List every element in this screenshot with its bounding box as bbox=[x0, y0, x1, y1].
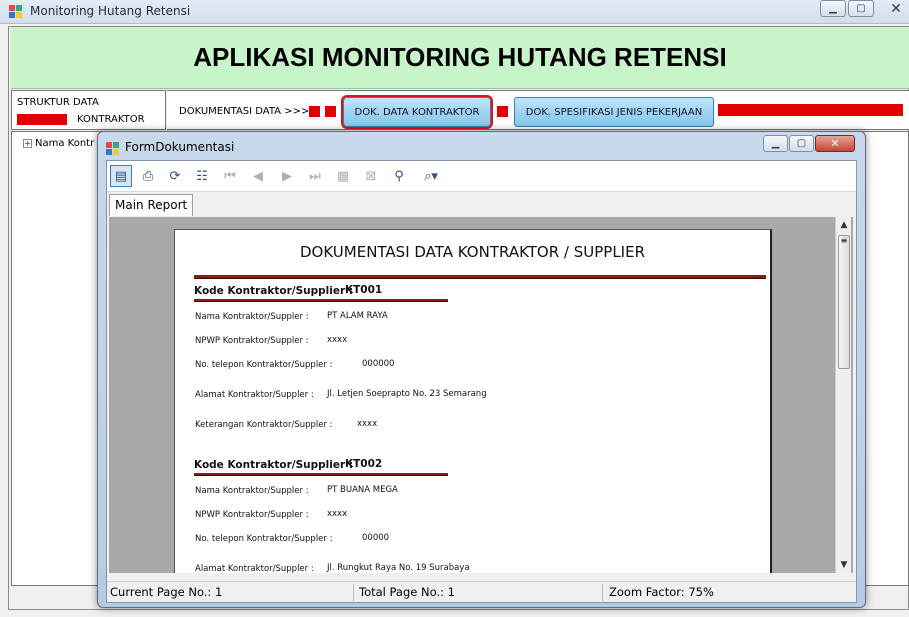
npwp-value: xxxx bbox=[327, 335, 348, 345]
npwp-label: NPWP Kontraktor/Suppler : bbox=[195, 510, 309, 520]
child-close-button[interactable]: ✕ bbox=[815, 135, 855, 152]
scroll-up-icon[interactable]: ▲ bbox=[836, 217, 852, 233]
vertical-scrollbar[interactable]: ▲ ≡ ▼ bbox=[835, 217, 851, 573]
close-button[interactable]: ✕ bbox=[876, 0, 909, 17]
keterangan-label: Keterangan Kontraktor/Suppler : bbox=[195, 420, 333, 430]
scroll-thumb[interactable]: ≡ bbox=[838, 235, 850, 369]
divider bbox=[194, 473, 448, 476]
dok-data-kontraktor-button[interactable]: DOK. DATA KONTRAKTOR bbox=[341, 95, 493, 129]
goto-page-icon[interactable]: ▦ bbox=[332, 165, 354, 187]
nama-value: PT ALAM RAYA bbox=[327, 311, 388, 321]
struktur-panel: STRUKTUR DATA KONTRAKTOR bbox=[11, 90, 166, 130]
telepon-label: No. telepon Kontraktor/Suppler : bbox=[195, 534, 333, 544]
keterangan-value: xxxx bbox=[357, 419, 378, 429]
child-minimize-button[interactable]: ▁ bbox=[763, 135, 788, 152]
npwp-label: NPWP Kontraktor/Suppler : bbox=[195, 336, 309, 346]
red-marker bbox=[718, 104, 903, 116]
kontraktor-label[interactable]: KONTRAKTOR bbox=[77, 114, 145, 125]
minimize-button[interactable]: ▁ bbox=[820, 0, 846, 17]
zoom-icon[interactable]: ⌕▾ bbox=[416, 165, 446, 187]
red-marker bbox=[325, 106, 336, 117]
telepon-value: 00000 bbox=[362, 533, 390, 543]
window-title: Monitoring Hutang Retensi bbox=[30, 4, 191, 18]
next-page-icon[interactable]: ▶ bbox=[276, 165, 298, 187]
telepon-label: No. telepon Kontraktor/Suppler : bbox=[195, 360, 333, 370]
kode-value: KT002 bbox=[345, 458, 383, 470]
scroll-down-icon[interactable]: ▼ bbox=[836, 557, 852, 573]
prev-page-icon[interactable]: ◀ bbox=[247, 165, 269, 187]
dok-spesifikasi-button[interactable]: DOK. SPESIFIKASI JENIS PEKERJAAN bbox=[514, 97, 714, 127]
alamat-value: Jl. Rungkut Raya No. 19 Surabaya bbox=[327, 563, 470, 573]
npwp-value: xxxx bbox=[327, 509, 348, 519]
alamat-value: Jl. Letjen Soeprapto No. 23 Semarang bbox=[327, 389, 487, 399]
maximize-button[interactable]: ▢ bbox=[848, 0, 874, 17]
struktur-label: STRUKTUR DATA bbox=[17, 97, 99, 108]
report-page: DOKUMENTASI DATA KONTRAKTOR / SUPPLIER K… bbox=[174, 229, 772, 573]
child-window-controls: ▁ ▢ ✕ bbox=[763, 135, 855, 152]
refresh-icon[interactable]: ⟳ bbox=[164, 165, 186, 187]
group-tree-icon[interactable]: ☷ bbox=[191, 165, 213, 187]
tree-node-label: Nama Kontr bbox=[35, 138, 95, 149]
kode-label: Kode Kontraktor/Supplier : bbox=[194, 459, 354, 471]
alamat-label: Alamat Kontraktor/Suppler : bbox=[195, 564, 314, 573]
export-icon[interactable]: ▤ bbox=[110, 165, 132, 187]
zoom-status: Zoom Factor: 75% bbox=[609, 585, 714, 599]
app-icon bbox=[9, 5, 23, 19]
status-divider bbox=[353, 584, 354, 601]
nama-label: Nama Kontraktor/Suppler : bbox=[195, 486, 309, 496]
kode-value: KT001 bbox=[345, 284, 383, 296]
total-page-status: Total Page No.: 1 bbox=[359, 585, 455, 599]
telepon-value: 000000 bbox=[362, 359, 395, 369]
report-canvas: DOKUMENTASI DATA KONTRAKTOR / SUPPLIER K… bbox=[109, 217, 853, 573]
current-page-status: Current Page No.: 1 bbox=[110, 585, 223, 599]
nama-label: Nama Kontraktor/Suppler : bbox=[195, 312, 309, 322]
alamat-label: Alamat Kontraktor/Suppler : bbox=[195, 390, 314, 400]
window-controls: ▁ ▢ ✕ bbox=[820, 0, 909, 17]
main-title-bar[interactable]: Monitoring Hutang Retensi ▁ ▢ ✕ bbox=[0, 0, 909, 24]
tab-main-report[interactable]: Main Report bbox=[109, 194, 194, 216]
red-marker bbox=[309, 106, 320, 117]
form-icon bbox=[106, 142, 120, 156]
kode-label: Kode Kontraktor/Supplier : bbox=[194, 285, 354, 297]
report-viewer: ▤ ⎙ ⟳ ☷ ⏮ ◀ ▶ ⏭ ▦ ⊠ ⚲ ⌕▾ Main Report DOK… bbox=[106, 160, 857, 603]
red-marker bbox=[17, 114, 67, 125]
search-icon[interactable]: ⚲ bbox=[388, 165, 410, 187]
status-bar: Current Page No.: 1 Total Page No.: 1 Zo… bbox=[107, 581, 856, 602]
stop-icon[interactable]: ⊠ bbox=[360, 165, 382, 187]
report-title: DOKUMENTASI DATA KONTRAKTOR / SUPPLIER bbox=[300, 243, 645, 261]
dokumentasi-label: DOKUMENTASI DATA >>> bbox=[179, 106, 310, 117]
print-icon[interactable]: ⎙ bbox=[137, 165, 159, 187]
expand-icon[interactable]: + bbox=[23, 139, 32, 148]
status-divider bbox=[602, 584, 603, 601]
header-band: APLIKASI MONITORING HUTANG RETENSI bbox=[11, 27, 909, 89]
divider bbox=[194, 299, 448, 302]
form-dokumentasi-window: FormDokumentasi ▁ ▢ ✕ ▤ ⎙ ⟳ ☷ ⏮ ◀ ▶ ⏭ ▦ … bbox=[97, 131, 866, 608]
tree-node[interactable]: + Nama Kontr bbox=[23, 138, 94, 149]
first-page-icon[interactable]: ⏮ bbox=[219, 165, 241, 187]
divider bbox=[194, 275, 766, 279]
viewer-toolbar: ▤ ⎙ ⟳ ☷ ⏮ ◀ ▶ ⏭ ▦ ⊠ ⚲ ⌕▾ bbox=[107, 161, 856, 192]
app-title: APLIKASI MONITORING HUTANG RETENSI bbox=[193, 42, 727, 72]
red-marker bbox=[497, 106, 508, 117]
last-page-icon[interactable]: ⏭ bbox=[304, 165, 326, 187]
child-maximize-button[interactable]: ▢ bbox=[789, 135, 814, 152]
nama-value: PT BUANA MEGA bbox=[327, 485, 398, 495]
child-window-title: FormDokumentasi bbox=[125, 140, 235, 154]
